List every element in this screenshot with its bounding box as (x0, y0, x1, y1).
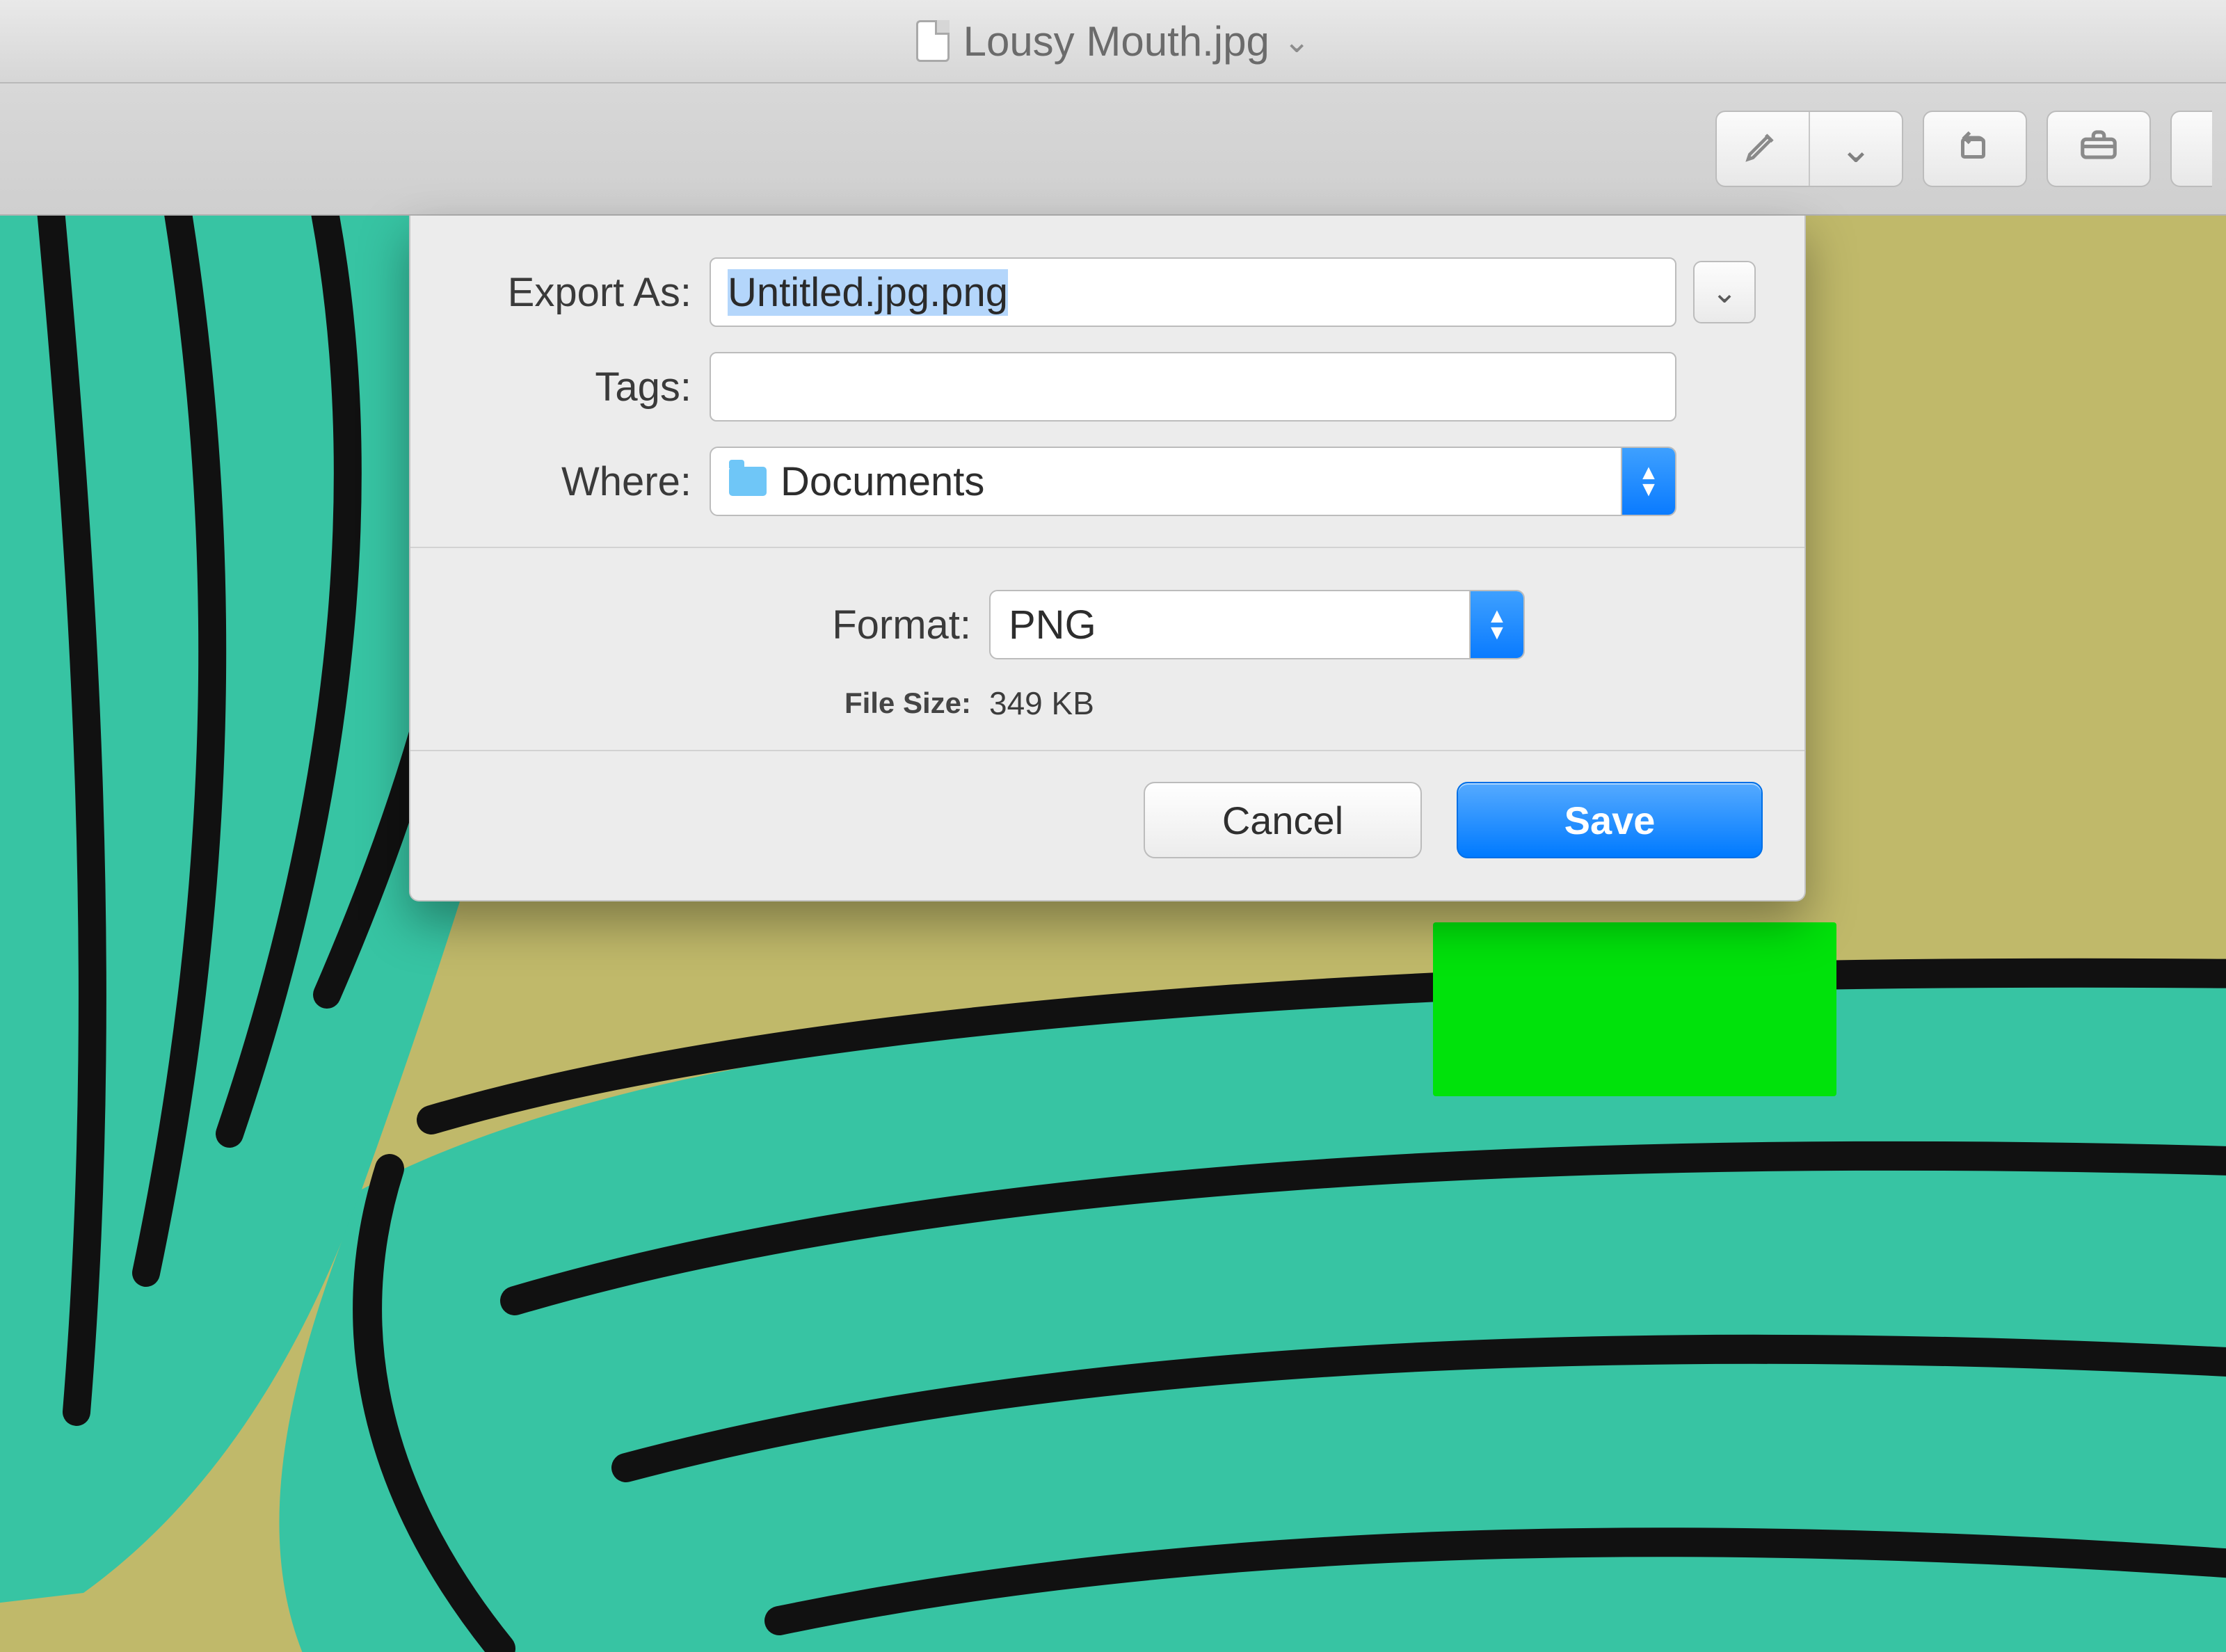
export-dialog: Export As: ⌄ Tags: Where: (409, 216, 1806, 901)
tags-label: Tags: (452, 364, 710, 410)
format-value: PNG (1009, 602, 1096, 648)
export-as-input[interactable] (710, 257, 1676, 327)
file-size-label: File Size: (690, 687, 989, 720)
pencil-icon (1743, 125, 1782, 173)
export-as-label: Export As: (452, 269, 710, 316)
document-title[interactable]: Lousy Mouth.jpg ⌄ (916, 17, 1311, 65)
where-label: Where: (452, 458, 710, 505)
folder-icon (729, 467, 767, 496)
share-icon (2186, 127, 2197, 172)
updown-stepper-icon: ▲▼ (1621, 448, 1675, 515)
file-size-value: 349 KB (989, 684, 1525, 722)
window-titlebar: Lousy Mouth.jpg ⌄ (0, 0, 2226, 83)
tutorial-highlight (1433, 922, 1836, 1096)
cancel-button[interactable]: Cancel (1144, 782, 1422, 858)
tags-input[interactable] (710, 352, 1676, 422)
toolbox-icon (2077, 123, 2120, 175)
expand-save-panel-button[interactable]: ⌄ (1693, 261, 1756, 323)
format-popup[interactable]: PNG ▲▼ (989, 590, 1525, 659)
chevron-down-icon: ⌄ (1283, 22, 1311, 60)
chevron-down-icon: ⌄ (1840, 126, 1873, 172)
where-popup[interactable]: Documents ▲▼ (710, 447, 1676, 516)
markup-split-button[interactable]: ⌄ (1715, 111, 1903, 187)
document-title-text: Lousy Mouth.jpg (963, 17, 1270, 65)
rotate-button[interactable] (1923, 111, 2027, 187)
where-value: Documents (780, 458, 984, 505)
file-icon (916, 20, 950, 62)
toolbar: ⌄ (0, 83, 2226, 216)
save-button[interactable]: Save (1457, 782, 1763, 858)
cancel-button-label: Cancel (1222, 798, 1343, 843)
chevron-down-icon: ⌄ (1712, 275, 1738, 310)
app-window: Lousy Mouth.jpg ⌄ ⌄ (0, 0, 2226, 1652)
markup-menu-button[interactable]: ⌄ (1810, 112, 1902, 186)
save-button-label: Save (1564, 798, 1656, 843)
format-label: Format: (690, 602, 989, 648)
toolbox-button[interactable] (2047, 111, 2151, 187)
toolbar-overflow-button[interactable] (2170, 111, 2212, 187)
rotate-icon (1954, 124, 1996, 175)
updown-stepper-icon: ▲▼ (1469, 591, 1523, 658)
markup-button[interactable] (1717, 112, 1810, 186)
